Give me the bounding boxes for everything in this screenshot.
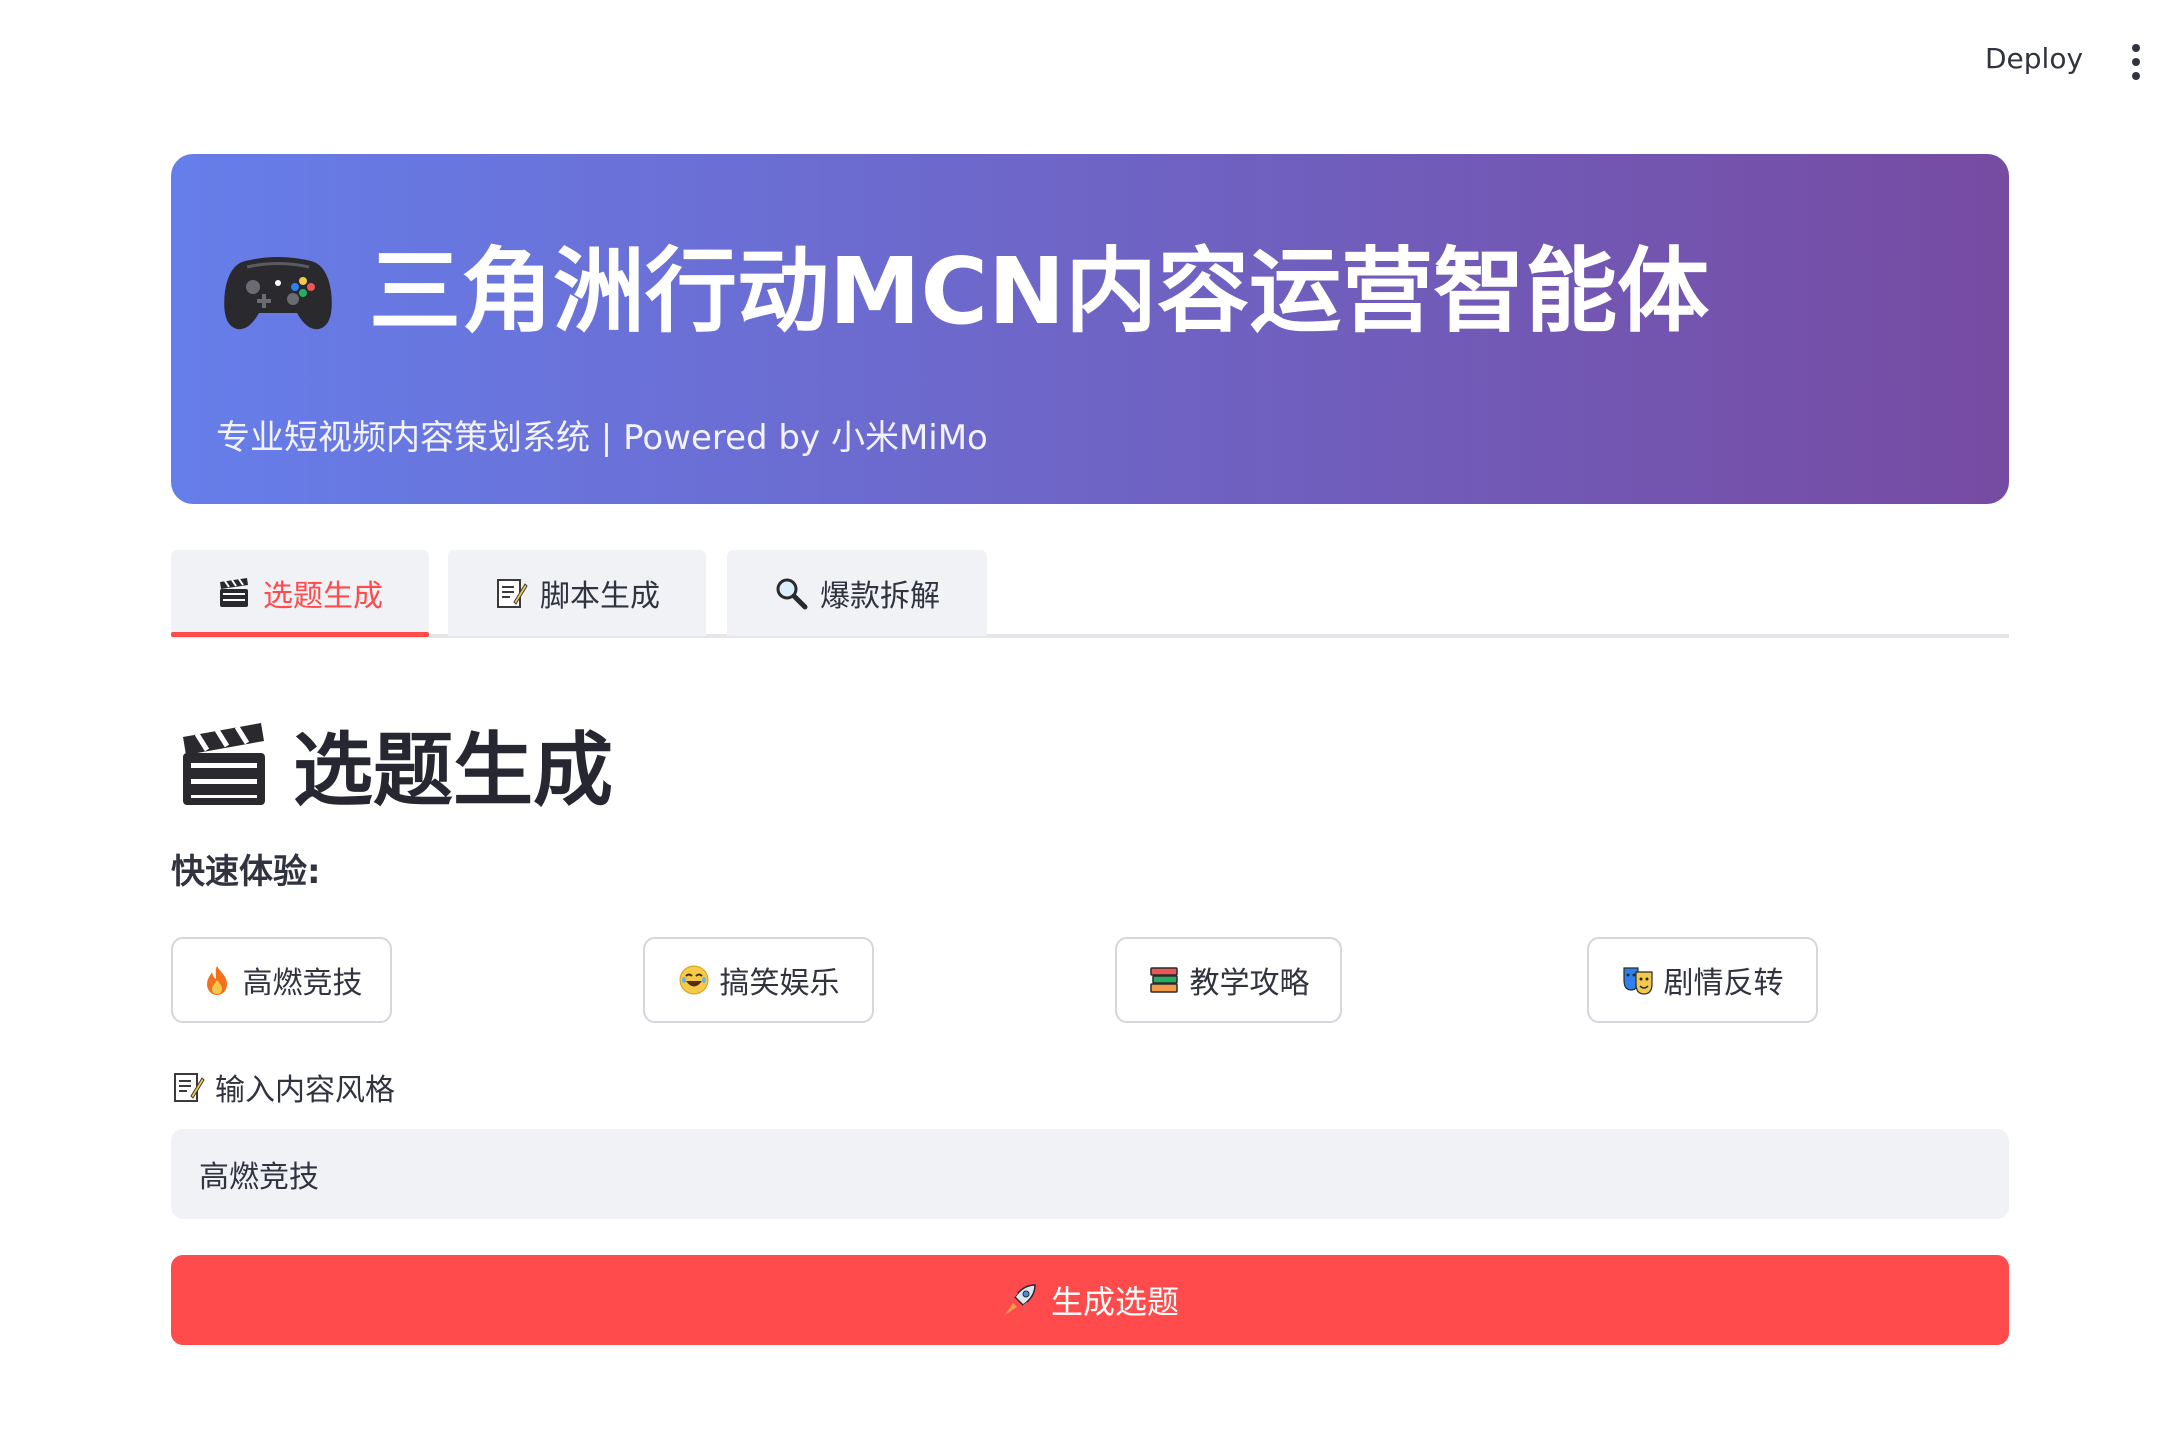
tab-hit-analysis[interactable]: 爆款拆解 <box>727 550 987 636</box>
quick-button-label: 教学攻略 <box>1189 966 1310 1001</box>
section-title: 选题生成 <box>293 724 613 817</box>
generate-topics-button[interactable]: 生成选题 <box>171 1255 2009 1345</box>
quick-button-high-energy[interactable]: 高燃竞技 <box>171 937 392 1023</box>
app-page: Deploy 三角洲行动MCN内容运营智能体 专业短视频内容策划系统 | Pow… <box>0 0 2178 1433</box>
tab-label: 爆款拆解 <box>820 579 940 614</box>
tab-bar: 选题生成 脚本生成 爆款拆解 <box>171 550 2009 640</box>
fire-icon <box>201 964 233 996</box>
kebab-menu-icon[interactable] <box>2130 44 2142 80</box>
clapperboard-icon <box>179 719 269 809</box>
hero-title-row: 三角洲行动MCN内容运营智能体 <box>223 246 1709 338</box>
tab-topic-generation[interactable]: 选题生成 <box>171 550 429 636</box>
gamepad-icon <box>223 251 333 333</box>
theater-masks-icon <box>1622 964 1654 996</box>
books-icon <box>1148 964 1180 996</box>
hero-subtitle: 专业短视频内容策划系统 | Powered by 小米MiMo <box>216 418 988 458</box>
clapperboard-icon <box>217 576 251 610</box>
quick-button-comedy[interactable]: 搞笑娱乐 <box>643 937 874 1023</box>
quick-button-plot-twist[interactable]: 剧情反转 <box>1587 937 1818 1023</box>
quick-try-label: 快速体验: <box>171 852 321 892</box>
main-content: 三角洲行动MCN内容运营智能体 专业短视频内容策划系统 | Powered by… <box>171 154 2009 1345</box>
primary-button-label: 生成选题 <box>1050 1283 1179 1321</box>
deploy-button[interactable]: Deploy <box>1985 42 2083 75</box>
quick-button-label: 搞笑娱乐 <box>719 966 840 1001</box>
tab-label: 脚本生成 <box>540 579 660 614</box>
quick-button-label: 剧情反转 <box>1663 966 1784 1001</box>
tab-script-generation[interactable]: 脚本生成 <box>448 550 706 636</box>
input-label-text: 输入内容风格 <box>215 1073 395 1108</box>
rocket-icon <box>1001 1281 1039 1319</box>
content-style-input[interactable] <box>171 1129 2009 1219</box>
section-header: 选题生成 <box>171 714 2009 817</box>
laughing-face-icon <box>678 964 710 996</box>
quick-button-label: 高燃竞技 <box>242 966 363 1001</box>
magnifier-icon <box>774 576 808 610</box>
active-tab-indicator <box>171 632 429 637</box>
quick-buttons-row: 高燃竞技 搞笑娱乐 教学攻略 剧情反转 <box>171 937 2009 1027</box>
memo-icon <box>171 1070 205 1104</box>
style-input-label: 输入内容风格 <box>171 1067 2009 1108</box>
memo-icon <box>494 576 528 610</box>
tab-divider <box>171 634 2009 638</box>
quick-button-tutorial[interactable]: 教学攻略 <box>1115 937 1342 1023</box>
top-bar: Deploy <box>0 0 2178 120</box>
hero-title: 三角洲行动MCN内容运营智能体 <box>369 238 1710 345</box>
hero-banner: 三角洲行动MCN内容运营智能体 专业短视频内容策划系统 | Powered by… <box>171 154 2009 504</box>
tab-label: 选题生成 <box>263 579 383 614</box>
